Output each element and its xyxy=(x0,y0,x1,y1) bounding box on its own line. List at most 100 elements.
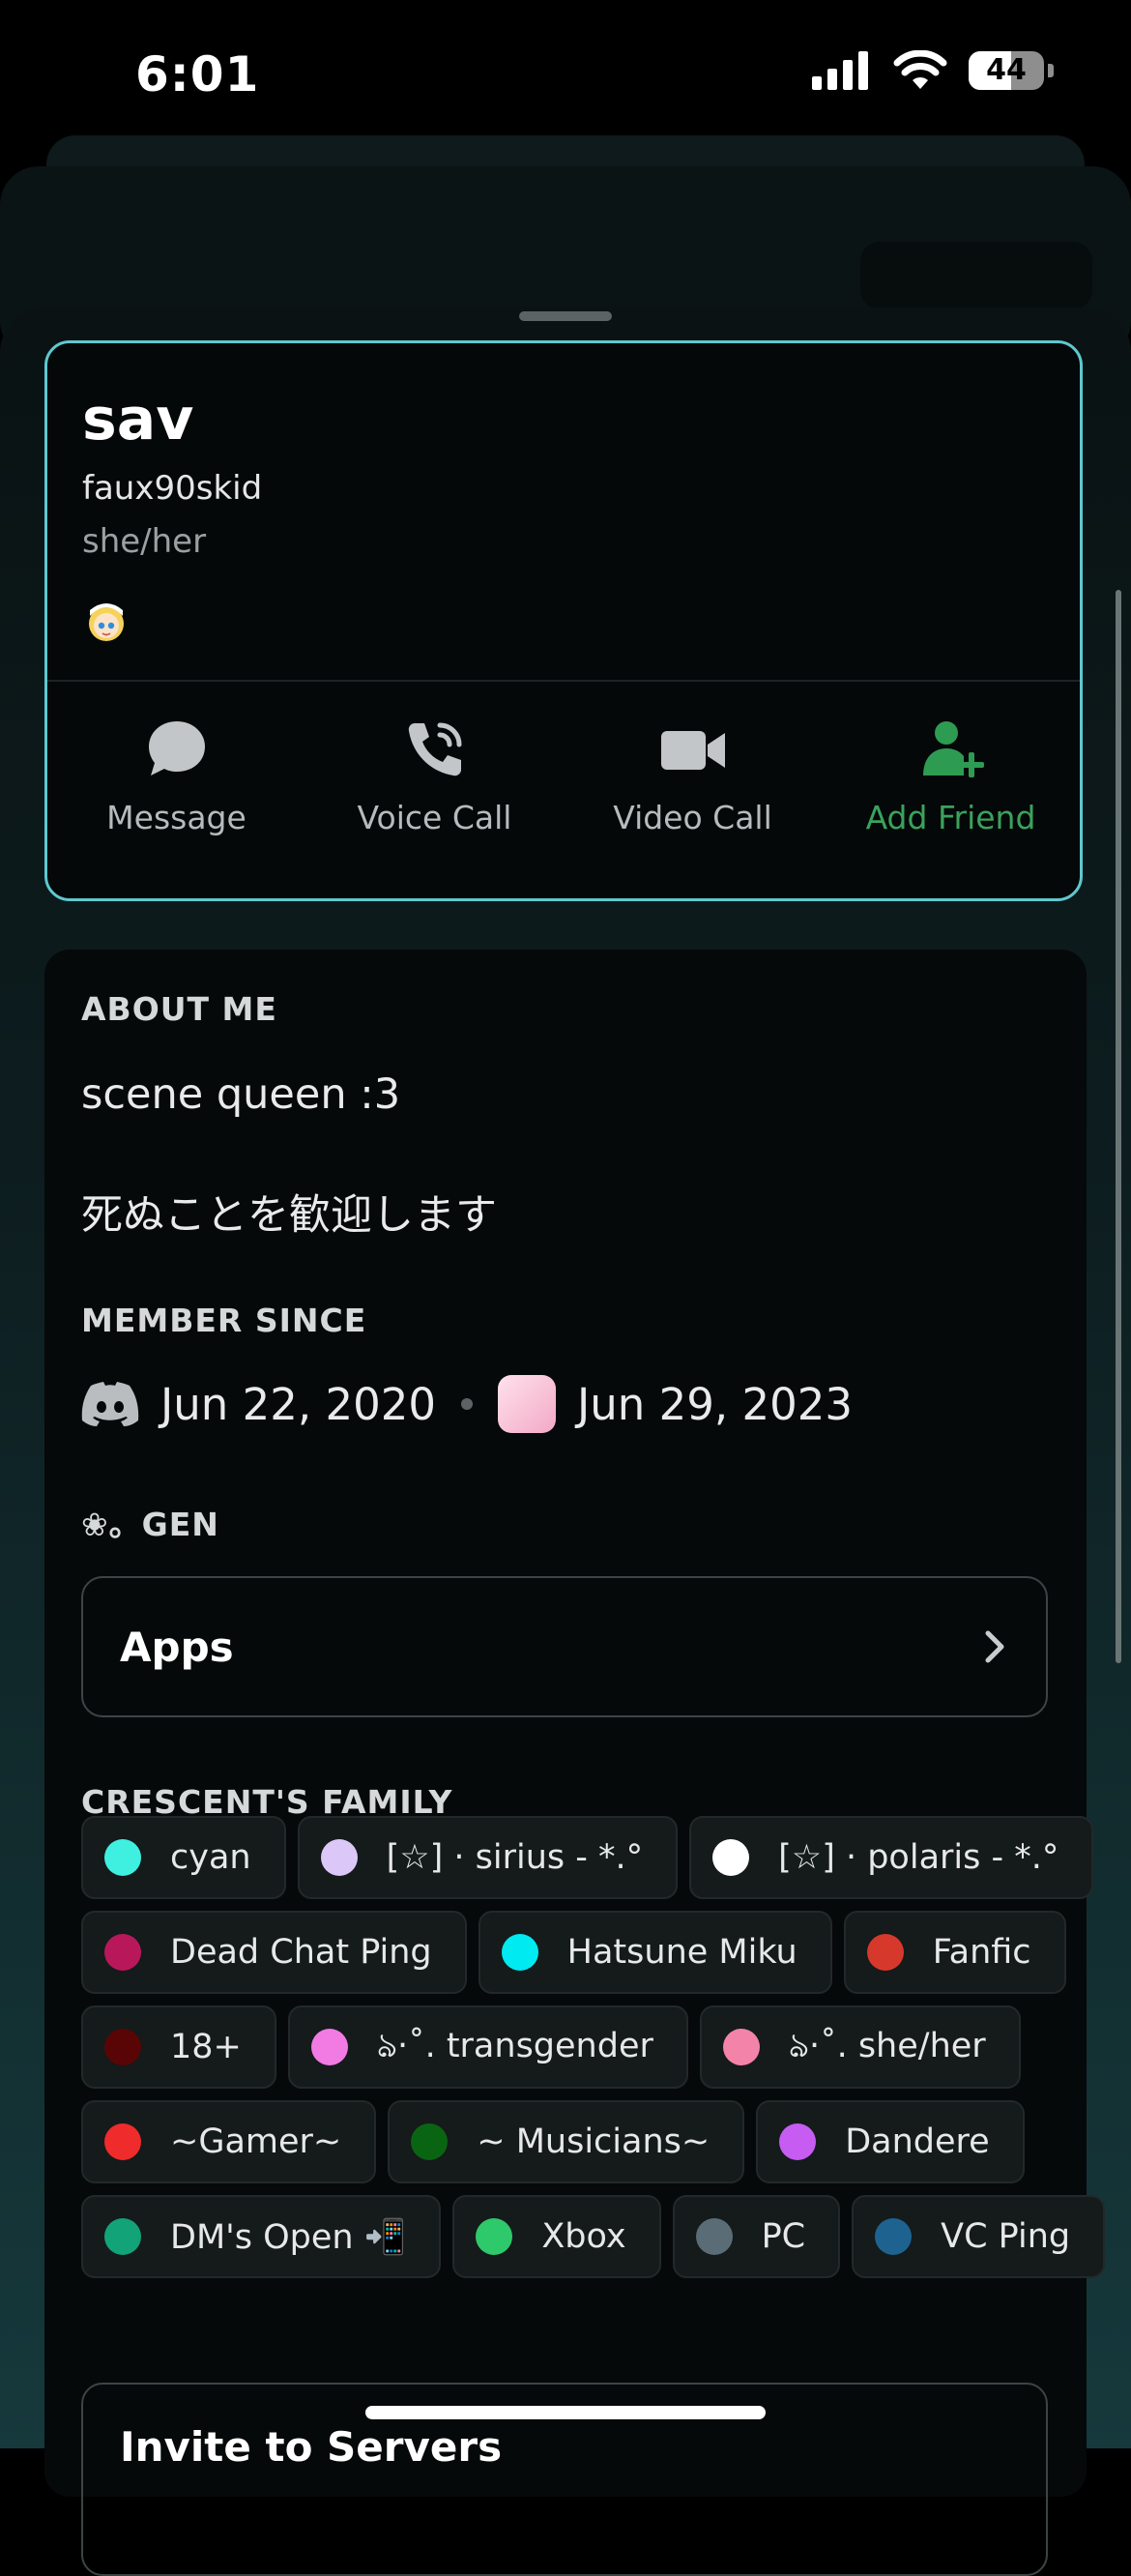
roles-list: cyan [☆] · sirius - *.° [☆] · polaris - *.… xyxy=(81,1816,1106,2290)
wifi-icon xyxy=(893,50,947,89)
role-chip[interactable]: [☆] · sirius - *.° xyxy=(297,1816,679,1899)
role-color-dot xyxy=(104,2029,141,2065)
role-name: PC xyxy=(761,2217,806,2256)
home-indicator[interactable] xyxy=(365,2406,766,2419)
gen-heading: ❀。GEN xyxy=(81,1506,219,1543)
pronouns: she/her xyxy=(82,522,207,561)
role-color-dot xyxy=(779,2123,817,2160)
role-name: ঌ·˚. transgender xyxy=(376,2026,653,2065)
member-since-heading: MEMBER SINCE xyxy=(81,1302,367,1339)
member-since-row: Jun 22, 2020 Jun 29, 2023 xyxy=(81,1375,853,1433)
chat-bubble-icon xyxy=(148,721,205,776)
username[interactable]: faux90skid xyxy=(82,469,262,508)
scrollbar[interactable] xyxy=(1116,590,1121,1663)
display-name: sav xyxy=(82,386,194,454)
role-row: ~Gamer~ ~ Musicians~ Dandere xyxy=(81,2100,1058,2183)
add-friend-button[interactable]: Add Friend xyxy=(822,716,1080,836)
role-color-dot xyxy=(104,2218,141,2255)
role-name: cyan xyxy=(170,1838,251,1877)
sheet-grabber[interactable] xyxy=(519,311,612,321)
role-color-dot xyxy=(104,1934,141,1971)
role-chip[interactable]: ঌ·˚. she/her xyxy=(699,2005,1021,2089)
role-name: DM's Open 📲 xyxy=(170,2217,407,2257)
role-color-dot xyxy=(875,2218,913,2255)
role-row: cyan [☆] · sirius - *.° [☆] · polaris - *.… xyxy=(81,1816,1094,1899)
role-name: Hatsune Miku xyxy=(566,1933,798,1972)
role-name: [☆] · sirius - *.° xyxy=(386,1838,644,1877)
role-color-dot xyxy=(476,2218,513,2255)
role-chip[interactable]: Dandere xyxy=(756,2100,1025,2183)
battery-icon: 44 xyxy=(969,51,1044,90)
role-chip[interactable]: VC Ping xyxy=(852,2195,1106,2278)
role-color-dot xyxy=(866,1934,904,1971)
role-color-dot xyxy=(104,1839,141,1876)
role-color-dot xyxy=(722,2029,760,2065)
role-color-dot xyxy=(310,2029,348,2065)
role-chip[interactable]: DM's Open 📲 xyxy=(81,2195,442,2278)
server-icon[interactable] xyxy=(498,1375,557,1433)
invite-label: Invite to Servers xyxy=(120,2423,503,2471)
apps-label: Apps xyxy=(120,1623,234,1671)
role-name: VC Ping xyxy=(941,2217,1071,2256)
role-row: Dead Chat Ping Hatsune Miku Fanfic xyxy=(81,1911,1066,1994)
role-name: Xbox xyxy=(541,2217,626,2256)
server-member-date: Jun 29, 2023 xyxy=(577,1378,854,1430)
video-call-button[interactable]: Video Call xyxy=(564,716,822,836)
role-name: ~Gamer~ xyxy=(170,2122,342,2161)
video-camera-icon xyxy=(660,731,725,770)
role-chip[interactable]: ঌ·˚. transgender xyxy=(287,2005,688,2089)
chevron-right-icon xyxy=(985,1630,1004,1663)
bio-line: 死ぬことを歓迎します xyxy=(81,1191,497,1240)
status-time: 6:01 xyxy=(135,46,260,102)
divider xyxy=(47,680,1080,682)
role-chip[interactable]: cyan xyxy=(81,1816,286,1899)
voice-call-label: Voice Call xyxy=(357,799,512,836)
apps-button[interactable]: Apps xyxy=(81,1576,1048,1717)
role-chip[interactable]: Fanfic xyxy=(843,1911,1066,1994)
cellular-signal-icon xyxy=(812,51,868,90)
bio-line: scene queen :3 xyxy=(81,1070,401,1119)
role-chip[interactable]: Xbox xyxy=(452,2195,661,2278)
role-color-dot xyxy=(411,2123,449,2160)
add-friend-icon xyxy=(922,721,984,777)
role-row: 18+ ঌ·˚. transgender ঌ·˚. she/her xyxy=(81,2005,1058,2089)
phone-icon xyxy=(408,722,461,776)
about-me-heading: ABOUT ME xyxy=(81,990,277,1028)
role-name: Dead Chat Ping xyxy=(170,1933,432,1972)
profile-card: sav faux90skid she/her Message Voice Cal… xyxy=(44,340,1083,901)
role-chip[interactable]: Dead Chat Ping xyxy=(81,1911,467,1994)
role-chip[interactable]: PC xyxy=(672,2195,841,2278)
role-chip[interactable]: [☆] · polaris - *.° xyxy=(689,1816,1094,1899)
voice-call-button[interactable]: Voice Call xyxy=(305,716,564,836)
role-name: 18+ xyxy=(170,2028,242,2066)
separator-dot xyxy=(461,1398,474,1410)
discord-member-date: Jun 22, 2020 xyxy=(160,1378,437,1430)
role-color-dot xyxy=(501,1934,538,1971)
message-label: Message xyxy=(106,799,246,836)
video-call-label: Video Call xyxy=(613,799,772,836)
role-chip[interactable]: 18+ xyxy=(81,2005,276,2089)
role-chip[interactable]: Hatsune Miku xyxy=(478,1911,832,1994)
anime-girl-emoji-icon[interactable] xyxy=(82,597,130,645)
role-name: ঌ·˚. she/her xyxy=(788,2026,986,2065)
discord-logo-icon xyxy=(81,1382,139,1426)
role-chip[interactable]: ~ Musicians~ xyxy=(388,2100,745,2183)
role-name: Fanfic xyxy=(932,1933,1031,1972)
about-card: ABOUT ME scene queen :3 死ぬことを歓迎します MEMBE… xyxy=(44,950,1106,2576)
add-friend-label: Add Friend xyxy=(865,799,1036,836)
role-color-dot xyxy=(695,2218,733,2255)
profile-actions: Message Voice Call Video Call Add Friend xyxy=(47,716,1080,836)
role-name: Dandere xyxy=(845,2122,990,2161)
role-row: DM's Open 📲 Xbox PC VC Ping xyxy=(81,2195,1106,2278)
status-icons: 44 xyxy=(812,50,1054,91)
status-bar: 6:01 44 xyxy=(0,0,1131,145)
battery-level: 44 xyxy=(986,53,1027,87)
role-chip[interactable]: ~Gamer~ xyxy=(81,2100,377,2183)
background-element xyxy=(860,242,1092,309)
battery-tip xyxy=(1048,64,1054,77)
role-color-dot xyxy=(104,2123,141,2160)
role-color-dot xyxy=(712,1839,750,1876)
role-name: [☆] · polaris - *.° xyxy=(778,1838,1059,1877)
message-button[interactable]: Message xyxy=(47,716,305,836)
role-color-dot xyxy=(320,1839,358,1876)
